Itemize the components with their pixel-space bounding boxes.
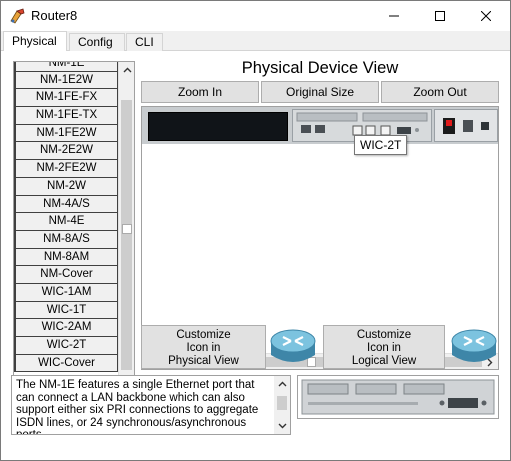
chevron-down-icon <box>278 423 286 429</box>
tab-bar: Physical Config CLI <box>1 31 510 52</box>
module-list-item[interactable]: NM-1FE-TX <box>14 107 118 125</box>
customize-physical-line2: Icon in <box>186 342 221 354</box>
maximize-button[interactable] <box>417 1 463 31</box>
window-title: Router8 <box>31 8 78 23</box>
customize-logical-line2: Icon in <box>367 342 401 354</box>
module-list-item[interactable]: NM-8AM <box>14 248 118 267</box>
module-list-item[interactable]: WIC-2T <box>14 337 118 355</box>
module-list-item[interactable]: WIC-2AM <box>14 319 118 337</box>
router-window: Router8 Physical Config CLI NM-1E NM-1E2W… <box>0 0 511 461</box>
customize-logical-line1: Customize <box>356 329 412 341</box>
module-list-item[interactable]: NM-2W <box>14 177 118 196</box>
packet-tracer-app-icon <box>10 8 25 24</box>
module-list-item[interactable]: NM-1FE2W <box>14 124 118 143</box>
desc-scroll-thumb[interactable] <box>277 396 287 410</box>
tab-physical[interactable]: Physical <box>3 31 67 52</box>
customize-logical-line3: Logical View <box>351 355 417 367</box>
module-description-text: The NM-1E features a single Ethernet por… <box>16 379 259 434</box>
module-list-item[interactable]: NM-Cover <box>14 266 118 284</box>
power-switch-graphic <box>443 118 489 134</box>
module-list-item[interactable]: NM-2FE2W <box>14 160 118 178</box>
module-items: NM-1E NM-1E2W NM-1FE-FX NM-1FE-TX NM-1FE2W NM… <box>14 62 118 373</box>
module-list-item[interactable]: NM-4A/S <box>14 195 118 214</box>
customize-physical-line3: Physical View <box>168 355 239 367</box>
module-tooltip: WIC-2T <box>354 135 408 155</box>
nm-module-graphic <box>301 379 495 415</box>
tab-cli[interactable]: CLI <box>126 33 163 51</box>
physical-panel: NM-1E NM-1E2W NM-1FE-FX NM-1FE-TX NM-1FE2W NM… <box>1 51 510 460</box>
module-list-item[interactable]: NM-4E <box>14 213 118 231</box>
module-list-scroll-thumb[interactable] <box>121 100 132 370</box>
desc-scroll-up-arrow[interactable] <box>274 376 290 392</box>
customize-physical-line1: Customize <box>176 329 231 341</box>
module-list-item[interactable]: WIC-1AM <box>14 283 118 302</box>
module-list-item[interactable]: WIC-Cover <box>14 354 118 373</box>
tab-config[interactable]: Config <box>69 33 125 51</box>
scroll-up-arrow[interactable] <box>119 62 134 78</box>
minimize-button[interactable] <box>371 1 417 31</box>
module-preview-image <box>297 375 499 419</box>
title-bar: Router8 <box>1 1 510 31</box>
scroll-thumb-grip <box>122 224 132 234</box>
physical-device-view-title: Physical Device View <box>241 59 399 77</box>
module-list-item[interactable]: NM-8A/S <box>14 230 118 249</box>
module-list-item[interactable]: WIC-1T <box>14 301 118 320</box>
chevron-up-icon <box>123 67 131 73</box>
desc-scroll-down-arrow[interactable] <box>274 418 290 434</box>
module-description-box[interactable]: The NM-1E features a single Ethernet por… <box>11 375 291 435</box>
original-size-button[interactable]: Original Size <box>261 81 379 103</box>
close-icon <box>481 11 491 21</box>
minimize-icon <box>389 15 399 17</box>
router-blank-bay <box>148 112 288 141</box>
close-button[interactable] <box>463 1 509 31</box>
description-scrollbar[interactable] <box>274 376 290 434</box>
module-list-item[interactable]: NM-1E2W <box>14 71 118 90</box>
customize-physical-icon-button[interactable]: Customize Icon in Physical View <box>141 325 266 369</box>
module-list-item[interactable]: NM-2E2W <box>14 142 118 161</box>
module-list: NM-1E NM-1E2W NM-1FE-FX NM-1FE-TX NM-1FE2W NM… <box>13 61 135 419</box>
router-physical-icon <box>270 329 316 362</box>
router-power-section <box>434 109 498 142</box>
zoom-in-button[interactable]: Zoom In <box>141 81 259 103</box>
module-list-item[interactable]: NM-1E <box>14 62 118 72</box>
router-logical-icon <box>451 329 497 362</box>
chevron-up-icon <box>278 381 286 387</box>
zoom-out-button[interactable]: Zoom Out <box>381 81 499 103</box>
router-chassis-image <box>142 107 498 144</box>
module-list-scrollbar[interactable] <box>118 62 134 418</box>
module-list-item[interactable]: NM-1FE-FX <box>14 89 118 108</box>
maximize-icon <box>435 11 445 21</box>
customize-logical-icon-button[interactable]: Customize Icon in Logical View <box>323 325 445 369</box>
